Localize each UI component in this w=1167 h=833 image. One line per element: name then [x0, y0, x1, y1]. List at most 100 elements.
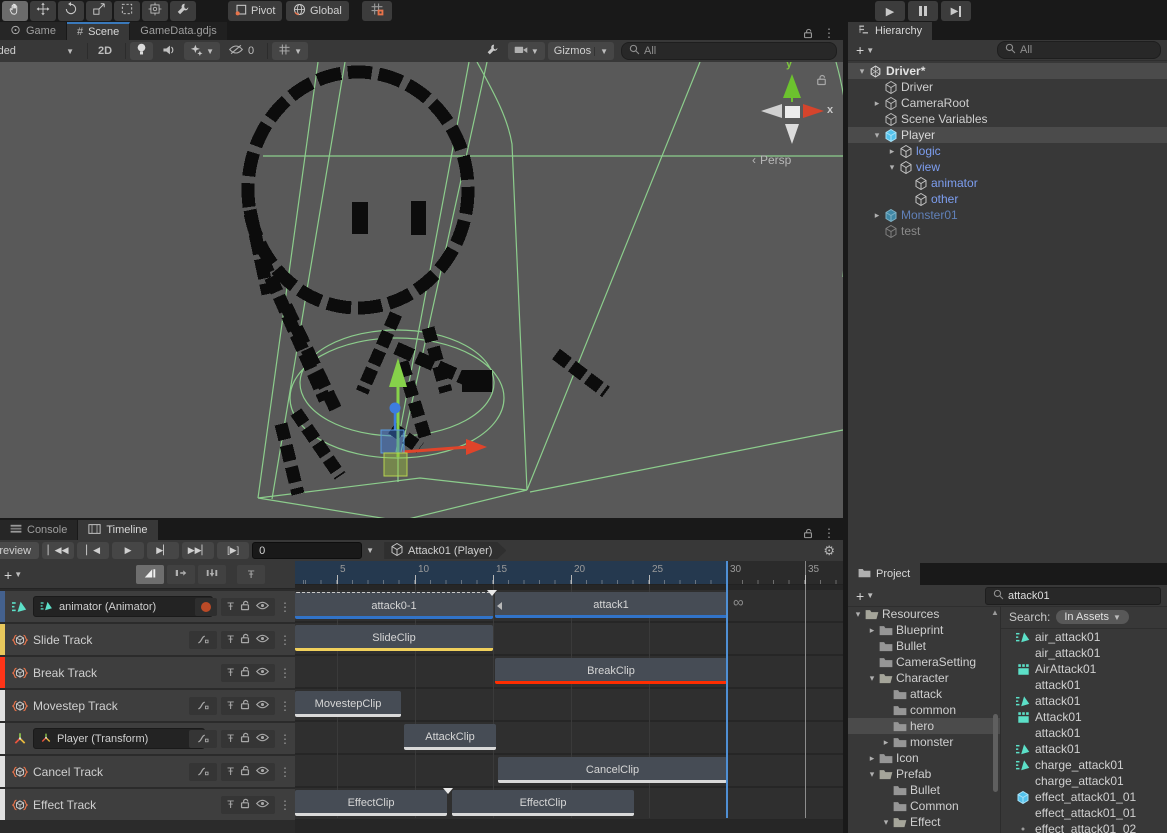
grid-snap-button[interactable]: [362, 1, 392, 21]
lock-icon[interactable]: [240, 633, 250, 647]
chevron-right-icon[interactable]: ▸: [866, 625, 878, 636]
project-result-item[interactable]: charge_attack01: [1001, 773, 1167, 789]
rotate-tool-button[interactable]: [58, 1, 84, 21]
track-menu-icon[interactable]: ⋮: [279, 798, 291, 812]
hierarchy-search[interactable]: [997, 41, 1161, 59]
project-result-item[interactable]: attack01: [1001, 677, 1167, 693]
project-result-item[interactable]: attack01: [1001, 693, 1167, 709]
hierarchy-item[interactable]: Driver: [848, 79, 1167, 95]
chevron-right-icon[interactable]: ▸: [871, 210, 883, 221]
track-menu-icon[interactable]: ⋮: [279, 666, 291, 680]
scale-tool-button[interactable]: [86, 1, 112, 21]
rect-tool-button[interactable]: [114, 1, 140, 21]
project-result-item[interactable]: AirAttack01: [1001, 661, 1167, 677]
gear-icon[interactable]: ⚙: [823, 543, 835, 559]
audio-toggle-button[interactable]: [156, 42, 181, 60]
timeline-clip[interactable]: EffectClip: [452, 790, 634, 816]
scrollbar-thumb[interactable]: [993, 714, 998, 792]
play-button[interactable]: ▶: [875, 1, 905, 21]
eye-icon[interactable]: [256, 799, 269, 811]
lock-icon[interactable]: [240, 798, 250, 812]
preview-toggle-button[interactable]: Preview: [0, 542, 39, 559]
create-object-button[interactable]: +▼: [852, 42, 878, 58]
timeline-track-header[interactable]: Break TrackŦ⋮: [0, 657, 295, 688]
record-button[interactable]: [195, 598, 217, 616]
timeline-clip[interactable]: attack1: [495, 592, 727, 618]
project-folder-item[interactable]: CameraSetting: [848, 654, 1000, 670]
timeline-track-header[interactable]: Movestep TrackŦ⋮: [0, 690, 295, 721]
project-result-item[interactable]: effect_attack01_01: [1001, 789, 1167, 805]
tab-game[interactable]: Game: [0, 22, 67, 40]
project-folder-item[interactable]: ▸monster: [848, 734, 1000, 750]
pivot-toggle-button[interactable]: Pivot: [228, 1, 282, 21]
curves-button[interactable]: [189, 631, 217, 649]
project-folder-item[interactable]: attack: [848, 686, 1000, 702]
hierarchy-item[interactable]: ▾Player: [848, 127, 1167, 143]
go-to-end-button[interactable]: ▶▶▏: [182, 542, 214, 559]
project-result-item[interactable]: charge_attack01: [1001, 757, 1167, 773]
eye-icon[interactable]: [256, 601, 269, 613]
pin-icon[interactable]: Ŧ: [227, 766, 234, 778]
eye-icon[interactable]: [256, 766, 269, 778]
unlock-icon[interactable]: [803, 528, 813, 539]
chevron-down-icon[interactable]: ▾: [866, 673, 878, 684]
hierarchy-item[interactable]: ▸Monster01: [848, 207, 1167, 223]
move-tool-button[interactable]: [30, 1, 56, 21]
grid-visibility-dropdown[interactable]: ▼: [272, 42, 308, 60]
hierarchy-item[interactable]: test: [848, 223, 1167, 239]
track-binding-field[interactable]: animator (Animator)⊙: [33, 596, 213, 617]
unlock-icon[interactable]: [803, 28, 813, 39]
project-folder-item[interactable]: Common: [848, 798, 1000, 814]
next-frame-button[interactable]: ▶▏: [147, 542, 179, 559]
play-range-button[interactable]: [▶]: [217, 542, 249, 559]
mix-mode-button[interactable]: [136, 565, 164, 584]
lock-icon[interactable]: [240, 765, 250, 779]
axis-x-label[interactable]: x: [827, 104, 833, 116]
scene-search-input[interactable]: [644, 45, 829, 57]
pin-icon[interactable]: Ŧ: [227, 601, 234, 613]
chevron-down-icon[interactable]: ▾: [852, 609, 864, 620]
curves-button[interactable]: [189, 697, 217, 715]
scene-search[interactable]: [621, 42, 837, 60]
pin-icon[interactable]: Ŧ: [227, 733, 234, 745]
timeline-clip[interactable]: CancelClip: [498, 757, 727, 783]
timeline-clip[interactable]: SlideClip: [295, 625, 493, 651]
timeline-clip[interactable]: MovestepClip: [295, 691, 401, 717]
ripple-mode-button[interactable]: [167, 565, 195, 584]
lock-icon[interactable]: [240, 699, 250, 713]
curves-button[interactable]: [189, 763, 217, 781]
eye-icon[interactable]: [256, 700, 269, 712]
project-result-item[interactable]: attack01: [1001, 725, 1167, 741]
timeline-play-button[interactable]: ▶: [112, 542, 144, 559]
project-folder-item[interactable]: Bullet: [848, 782, 1000, 798]
project-result-item[interactable]: air_attack01: [1001, 629, 1167, 645]
lock-icon[interactable]: [240, 600, 250, 614]
project-result-item[interactable]: effect_attack01_02: [1001, 821, 1167, 833]
step-button[interactable]: ▶: [941, 1, 971, 21]
track-menu-icon[interactable]: ⋮: [279, 600, 291, 614]
timeline-track-header[interactable]: Slide TrackŦ⋮: [0, 624, 295, 655]
tab-gamedata[interactable]: GameData.gdjs: [130, 22, 227, 40]
previous-frame-button[interactable]: ▏◀: [77, 542, 109, 559]
pin-icon[interactable]: Ŧ: [227, 634, 234, 646]
timeline-track-lane[interactable]: attack0-1attack1∞: [295, 590, 843, 621]
lighting-toggle-button[interactable]: [130, 42, 153, 60]
project-result-item[interactable]: attack01: [1001, 741, 1167, 757]
timeline-track-header[interactable]: Player (Transform)⊙Ŧ⋮: [0, 723, 295, 754]
hand-tool-button[interactable]: [2, 1, 28, 21]
curves-button[interactable]: [189, 730, 217, 748]
timeline-ruler[interactable]: 5101520253035: [295, 561, 843, 585]
tab-project[interactable]: Project: [848, 563, 921, 585]
project-folder-item[interactable]: ▾Resources: [848, 606, 1000, 622]
hierarchy-item[interactable]: ▾view: [848, 159, 1167, 175]
hierarchy-item[interactable]: ▸CameraRoot: [848, 95, 1167, 111]
panel-menu-icon[interactable]: ⋮: [823, 26, 835, 40]
hierarchy-item[interactable]: Scene Variables: [848, 111, 1167, 127]
transform-tool-button[interactable]: [142, 1, 168, 21]
axis-y-label[interactable]: y: [786, 62, 792, 70]
timeline-track-lane[interactable]: EffectClipEffectClip: [295, 788, 843, 819]
tab-console[interactable]: Console: [0, 520, 78, 540]
timeline-track-lane[interactable]: CancelClip: [295, 755, 843, 786]
timeline-track-header[interactable]: Effect TrackŦ⋮: [0, 789, 295, 820]
go-to-start-button[interactable]: ▏◀◀: [42, 542, 74, 559]
